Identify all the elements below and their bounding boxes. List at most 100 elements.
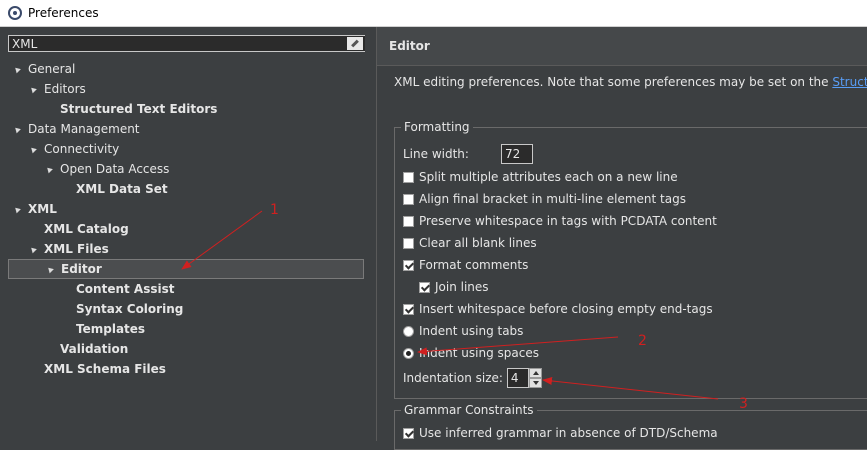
indent-spaces-radio[interactable] — [403, 347, 414, 359]
tree-node[interactable]: Editor — [8, 259, 364, 279]
tree-node-label: Templates — [76, 322, 146, 336]
split-attributes-checkbox[interactable] — [403, 171, 414, 183]
tree-node-label: XML Schema Files — [44, 362, 166, 376]
checkbox-join-lines[interactable]: Join lines — [419, 277, 489, 297]
tree-node[interactable]: Data Management — [8, 119, 364, 139]
clear-blank-lines-label: Clear all blank lines — [419, 236, 537, 250]
tree-node[interactable]: XML Schema Files — [8, 359, 364, 379]
indentation-size-spinner[interactable] — [506, 368, 542, 388]
grammar-constraints-legend: Grammar Constraints — [401, 403, 537, 417]
expand-triangle-icon[interactable] — [45, 165, 53, 174]
tree-node[interactable]: General — [8, 59, 364, 79]
description-text: XML editing preferences. Note that some … — [394, 75, 833, 89]
tree-node-label: XML Data Set — [76, 182, 168, 196]
checkbox-format-comments[interactable]: Format comments — [403, 255, 528, 275]
expand-triangle-icon[interactable] — [46, 265, 54, 274]
annotation-label-1: 1 — [270, 202, 279, 218]
preferences-tree-pane: General Editors Structured Text Editors Dat… — [0, 27, 375, 441]
indent-spaces-label: Indent using spaces — [419, 346, 539, 360]
formatting-legend: Formatting — [401, 120, 473, 134]
inferred-grammar-label: Use inferred grammar in absence of DTD/S… — [419, 426, 718, 440]
line-width-input[interactable] — [500, 144, 533, 164]
annotation-label-3: 3 — [739, 396, 748, 412]
editor-preferences-pane: Editor XML editing preferences. Note tha… — [377, 27, 867, 450]
expand-triangle-icon[interactable] — [29, 145, 37, 154]
preferences-tree: General Editors Structured Text Editors Dat… — [8, 59, 366, 441]
split-attributes-label: Split multiple attributes each on a new … — [419, 170, 678, 184]
checkbox-clear-blank-lines[interactable]: Clear all blank lines — [403, 233, 537, 253]
filter-field[interactable] — [8, 35, 366, 52]
checkbox-split-attributes[interactable]: Split multiple attributes each on a new … — [403, 167, 678, 187]
expand-triangle-icon[interactable] — [13, 65, 21, 74]
tree-node-label: General — [28, 62, 76, 76]
line-width-label: Line width: — [403, 147, 469, 161]
tree-node[interactable]: Editors — [8, 79, 364, 99]
checkbox-inferred-grammar[interactable]: Use inferred grammar in absence of DTD/S… — [403, 423, 718, 443]
indent-tabs-label: Indent using tabs — [419, 324, 524, 338]
tree-node[interactable]: Connectivity — [8, 139, 364, 159]
join-lines-label: Join lines — [435, 280, 489, 294]
app-icon — [8, 6, 22, 20]
expand-triangle-icon[interactable] — [13, 205, 21, 214]
tree-node[interactable]: Templates — [8, 319, 364, 339]
tree-node-label: Open Data Access — [60, 162, 170, 176]
structured-text-editors-link[interactable]: Structu — [832, 75, 867, 89]
tree-node-label: Connectivity — [44, 142, 120, 156]
spinner-down-icon[interactable] — [528, 378, 542, 388]
align-final-bracket-checkbox[interactable] — [403, 193, 414, 205]
tree-node-label: Editors — [44, 82, 86, 96]
checkbox-preserve-whitespace[interactable]: Preserve whitespace in tags with PCDATA … — [403, 211, 717, 231]
tree-node[interactable]: XML Files — [8, 239, 364, 259]
checkbox-insert-whitespace[interactable]: Insert whitespace before closing empty e… — [403, 299, 713, 319]
annotation-label-2: 2 — [638, 333, 647, 349]
expand-triangle-icon[interactable] — [13, 125, 21, 134]
window-title: Preferences — [28, 6, 99, 20]
insert-whitespace-checkbox[interactable] — [403, 303, 414, 315]
indent-tabs-radio[interactable] — [403, 325, 414, 337]
clear-blank-lines-checkbox[interactable] — [403, 237, 414, 249]
format-comments-label: Format comments — [419, 258, 529, 272]
tree-node[interactable]: XML Data Set — [8, 179, 364, 199]
tree-node[interactable]: Open Data Access — [8, 159, 364, 179]
spinner-up-icon[interactable] — [528, 368, 542, 378]
tree-node-label: Structured Text Editors — [60, 102, 218, 116]
inferred-grammar-checkbox[interactable] — [403, 427, 414, 439]
tree-node[interactable]: Structured Text Editors — [8, 99, 364, 119]
tree-node-label: Validation — [60, 342, 129, 356]
tree-node[interactable]: Content Assist — [8, 279, 364, 299]
tree-node[interactable]: Syntax Coloring — [8, 299, 364, 319]
indentation-size-row: Indentation size: — [403, 367, 542, 389]
preserve-whitespace-label: Preserve whitespace in tags with PCDATA … — [419, 214, 717, 228]
tree-node-label: XML — [28, 202, 57, 216]
clear-filter-icon[interactable] — [347, 37, 363, 50]
join-lines-checkbox[interactable] — [419, 281, 430, 293]
checkbox-align-final-bracket[interactable]: Align final bracket in multi-line elemen… — [403, 189, 686, 209]
page-description: XML editing preferences. Note that some … — [394, 75, 867, 89]
tree-node[interactable]: XML — [8, 199, 364, 219]
line-width-row: Line width: — [403, 143, 533, 165]
radio-indent-tabs[interactable]: Indent using tabs — [403, 321, 523, 341]
tree-node-label: Editor — [61, 262, 102, 276]
format-comments-checkbox[interactable] — [403, 259, 414, 271]
grammar-constraints-group: Grammar Constraints Use inferred grammar… — [394, 403, 867, 450]
filter-input[interactable] — [9, 36, 347, 51]
tree-node-label: XML Files — [44, 242, 109, 256]
expand-triangle-icon[interactable] — [29, 85, 37, 94]
formatting-group: Formatting Line width: Split multiple at… — [394, 120, 867, 399]
title-bar: Preferences — [0, 0, 867, 27]
tree-node-label: Content Assist — [76, 282, 175, 296]
tree-node-label: Syntax Coloring — [76, 302, 184, 316]
tree-node[interactable]: XML Catalog — [8, 219, 364, 239]
align-final-bracket-label: Align final bracket in multi-line elemen… — [419, 192, 686, 206]
insert-whitespace-label: Insert whitespace before closing empty e… — [419, 302, 713, 316]
tree-node-label: XML Catalog — [44, 222, 129, 236]
indentation-size-input[interactable] — [506, 368, 529, 388]
tree-node[interactable]: Validation — [8, 339, 364, 359]
preserve-whitespace-checkbox[interactable] — [403, 215, 414, 227]
expand-triangle-icon[interactable] — [29, 245, 37, 254]
pane-splitter[interactable] — [365, 27, 377, 441]
tree-node-label: Data Management — [28, 122, 140, 136]
indentation-size-label: Indentation size: — [403, 371, 503, 385]
radio-indent-spaces[interactable]: Indent using spaces — [403, 343, 539, 363]
page-title: Editor — [377, 27, 867, 66]
